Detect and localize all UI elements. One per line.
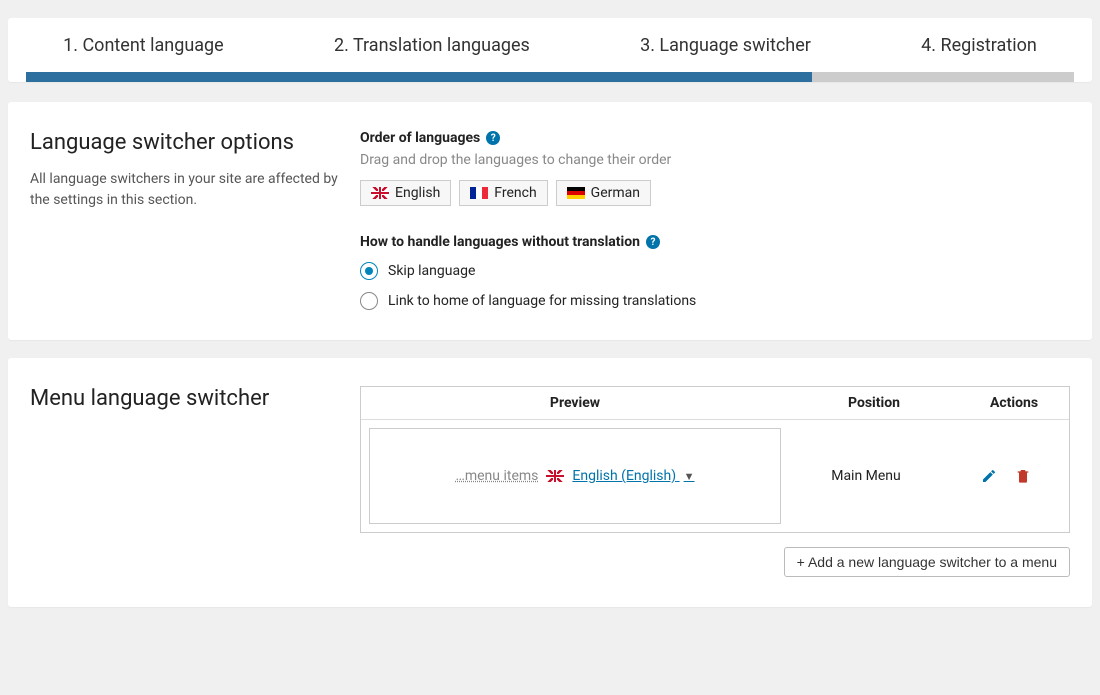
add-language-switcher-button[interactable]: + Add a new language switcher to a menu <box>784 547 1070 577</box>
missing-option-skip[interactable]: Skip language <box>360 262 1070 280</box>
menu-switcher-panel: Menu language switcher Preview Position … <box>8 358 1092 607</box>
order-hint: Drag and drop the languages to change th… <box>360 152 1070 168</box>
missing-translation-label: How to handle languages without translat… <box>360 234 640 250</box>
flag-uk-icon <box>546 470 564 482</box>
col-preview: Preview <box>361 395 789 411</box>
language-chip-label: German <box>591 185 640 201</box>
menu-switcher-table-head: Preview Position Actions <box>361 387 1069 420</box>
menu-switcher-table: Preview Position Actions …menu items Eng… <box>360 386 1070 533</box>
actions-cell <box>951 468 1061 484</box>
language-chip-english[interactable]: English <box>360 180 451 206</box>
order-of-languages-label: Order of languages <box>360 130 480 146</box>
col-actions: Actions <box>959 395 1069 411</box>
help-icon[interactable]: ? <box>646 235 660 249</box>
flag-uk-icon <box>371 187 389 199</box>
radio-icon[interactable] <box>360 262 378 280</box>
menu-switcher-row: …menu items English (English) ▼ Main Men… <box>369 428 1061 524</box>
preview-box: …menu items English (English) ▼ <box>369 428 781 524</box>
wizard-progress-track <box>26 72 1074 82</box>
trash-icon[interactable] <box>1015 468 1031 484</box>
radio-label: Skip language <box>388 263 475 279</box>
language-chip-label: French <box>494 185 536 201</box>
flag-de-icon <box>567 187 585 199</box>
language-order-list: English French German <box>360 180 1070 206</box>
chevron-down-icon: ▼ <box>684 470 695 483</box>
switcher-options-heading: Language switcher options <box>30 130 340 155</box>
wizard-progress-fill <box>26 72 812 82</box>
missing-option-home[interactable]: Link to home of language for missing tra… <box>360 292 1070 310</box>
switcher-options-description: All language switchers in your site are … <box>30 169 340 211</box>
language-chip-label: English <box>395 185 440 201</box>
language-chip-german[interactable]: German <box>556 180 651 206</box>
wizard-step-2[interactable]: 2. Translation languages <box>334 35 530 56</box>
radio-icon[interactable] <box>360 292 378 310</box>
col-position: Position <box>789 395 959 411</box>
wizard-step-1[interactable]: 1. Content language <box>63 35 224 56</box>
menu-switcher-heading: Menu language switcher <box>30 386 340 411</box>
wizard-panel: 1. Content language 2. Translation langu… <box>8 18 1092 82</box>
edit-icon[interactable] <box>981 468 997 484</box>
menu-items-placeholder: …menu items <box>455 468 538 484</box>
wizard-step-3[interactable]: 3. Language switcher <box>640 35 811 56</box>
flag-fr-icon <box>470 187 488 199</box>
wizard-step-4[interactable]: 4. Registration <box>921 35 1037 56</box>
wizard-steps: 1. Content language 2. Translation langu… <box>8 18 1092 72</box>
language-chip-french[interactable]: French <box>459 180 547 206</box>
position-cell: Main Menu <box>781 468 951 484</box>
switcher-options-panel: Language switcher options All language s… <box>8 102 1092 340</box>
help-icon[interactable]: ? <box>486 131 500 145</box>
current-language-label: English (English) <box>572 468 676 484</box>
radio-label: Link to home of language for missing tra… <box>388 293 696 309</box>
current-language-dropdown[interactable]: English (English) ▼ <box>572 468 694 484</box>
